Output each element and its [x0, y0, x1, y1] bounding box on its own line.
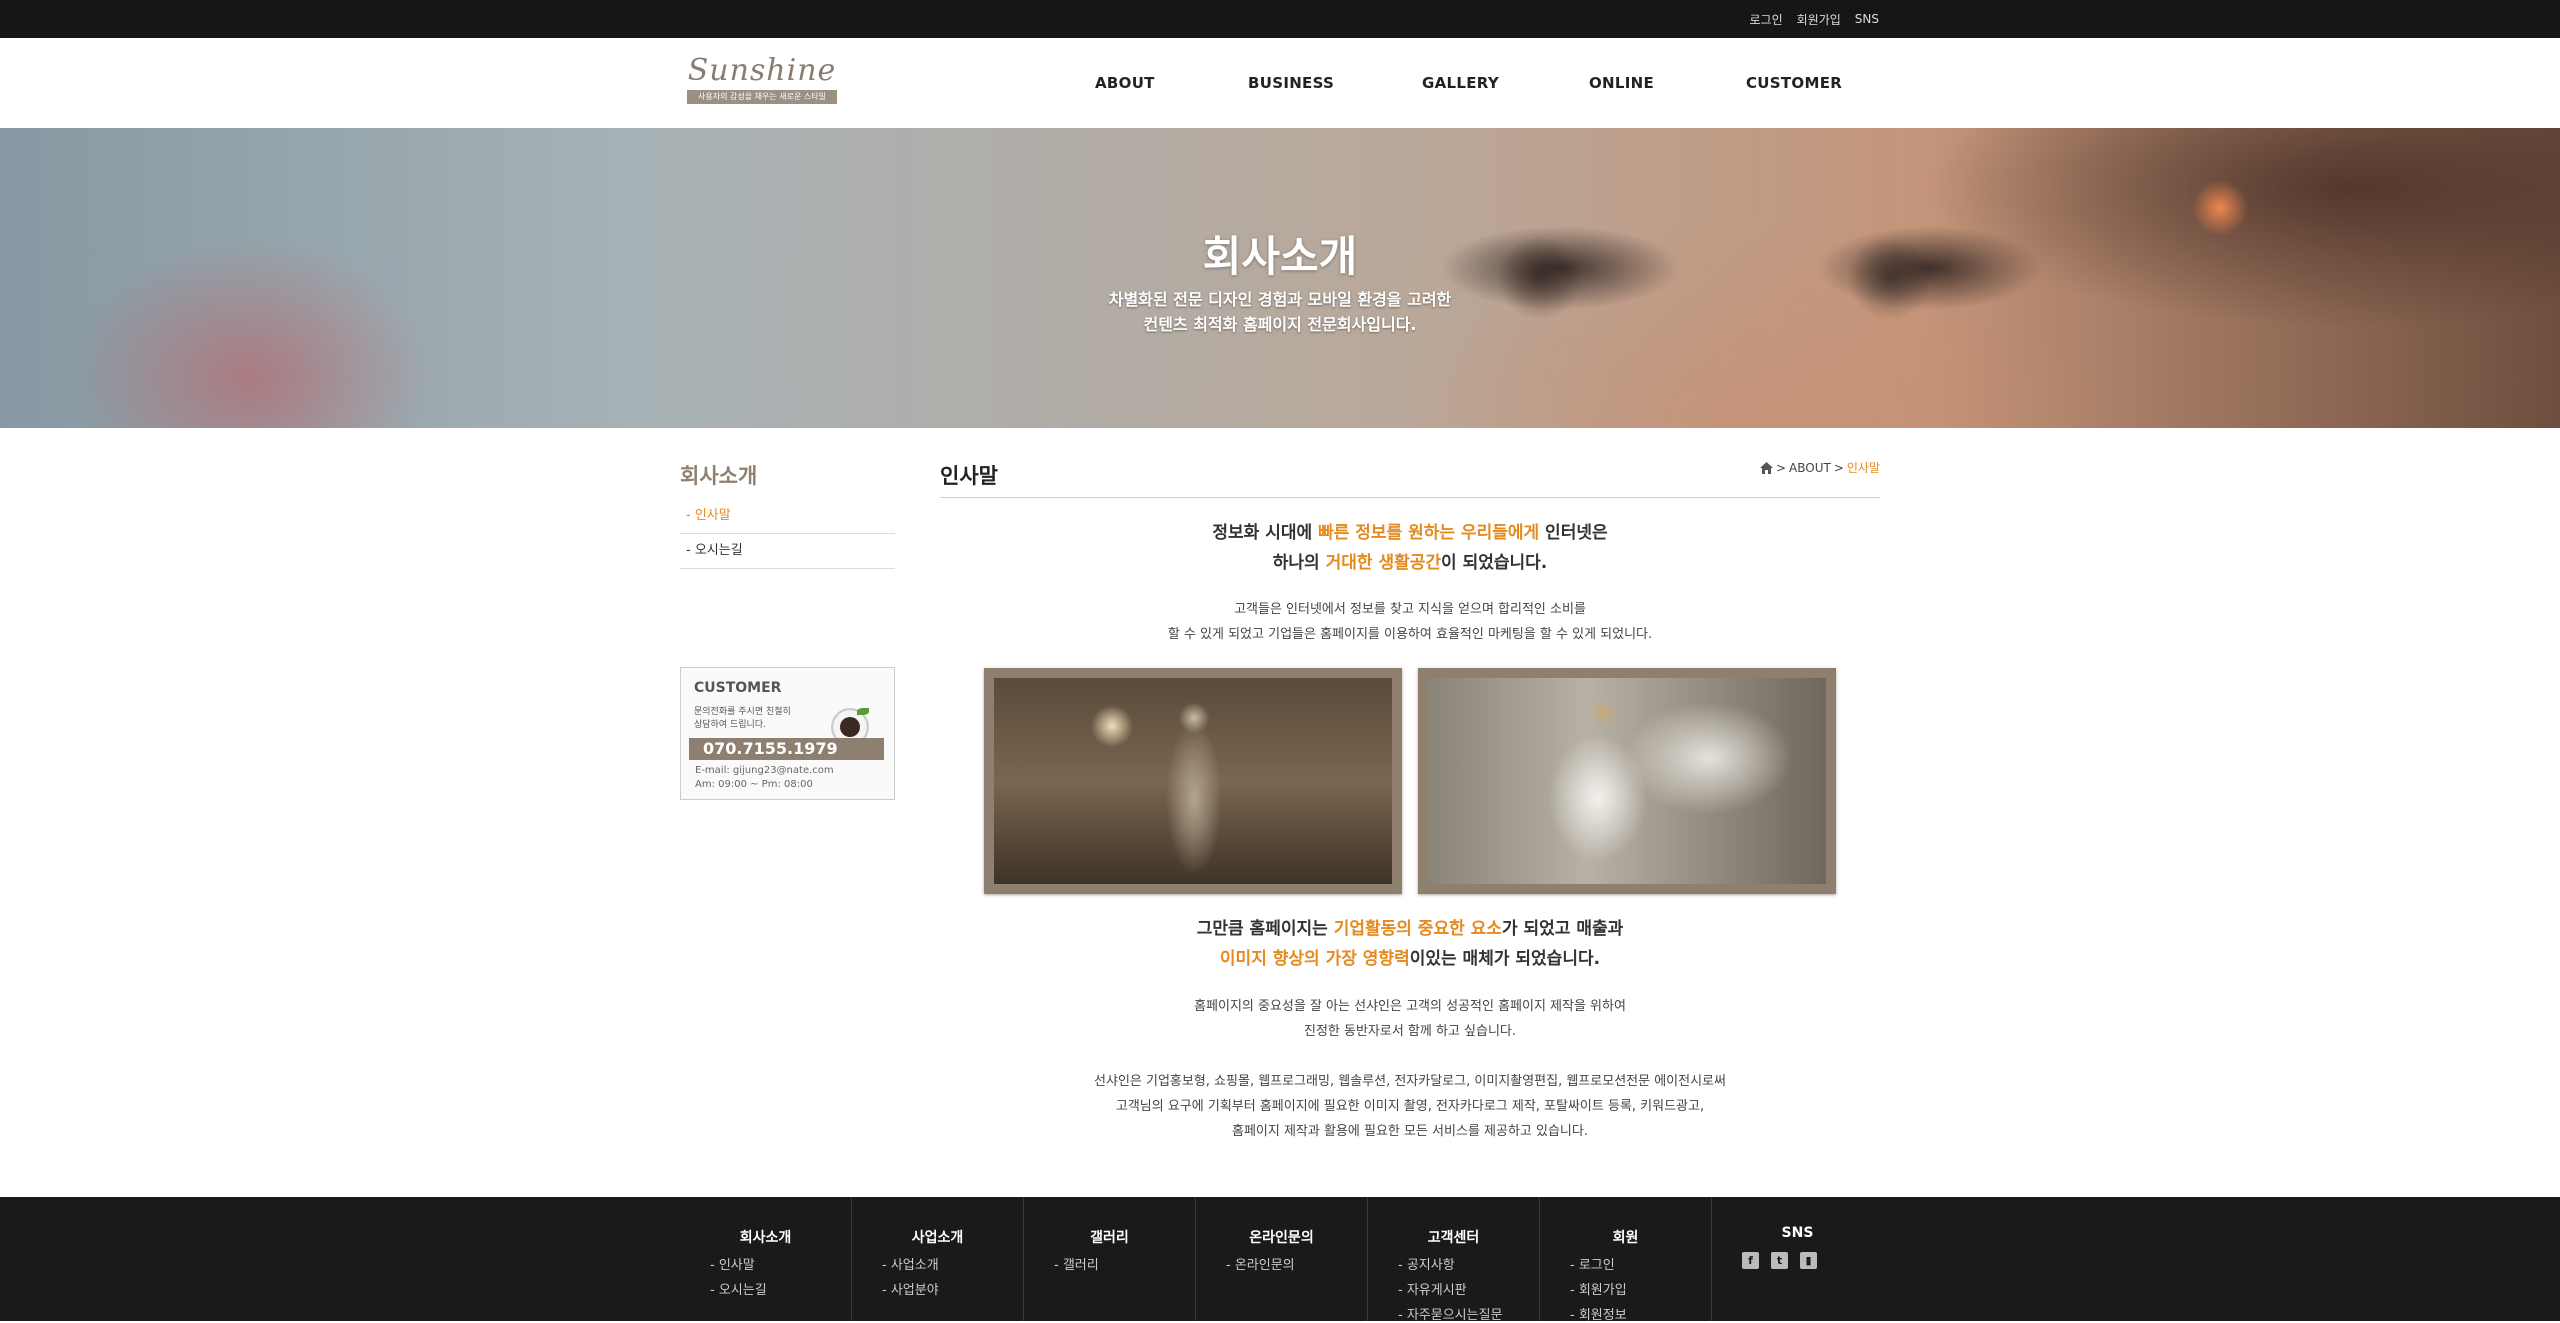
headline-text: 정보화 시대에 — [1212, 523, 1319, 543]
footer-col-member: 회원 - 로그인 - 회원가입 - 회원정보 — [1540, 1197, 1712, 1323]
footer-link[interactable]: - 오시는길 — [710, 1279, 767, 1298]
paragraph-line: 홈페이지의 중요성을 잘 아는 선샤인은 고객의 성공적인 홈페이지 제작을 위… — [1194, 999, 1626, 1014]
headline-2: 그만큼 홈페이지는 기업활동의 중요한 요소가 되었고 매출과 이미지 향상의 … — [940, 914, 1880, 974]
footer-col-title: 회사소개 — [739, 1230, 792, 1246]
photo-fashion-interior — [984, 668, 1402, 894]
top-bar: 로그인 회원가입 SNS — [0, 0, 2560, 38]
sidebar-item-greeting[interactable]: - 인사말 — [680, 499, 895, 534]
headline-text: 하나의 — [1272, 553, 1326, 573]
footer-link[interactable]: - 갤러리 — [1054, 1254, 1099, 1273]
customer-desc-line2: 상담하여 드립니다. — [694, 720, 766, 730]
customer-title: CUSTOMER — [694, 680, 782, 696]
footer-col-title: 온라인문의 — [1249, 1230, 1314, 1246]
paragraph-line: 할 수 있게 되었고 기업들은 홈페이지를 이용하여 효율적인 마케팅을 할 수… — [1167, 627, 1653, 642]
nav-about[interactable]: ABOUT — [1095, 74, 1155, 92]
footer: 회사소개 - 인사말 - 오시는길 사업소개 - 사업소개 - 사업분야 갤러리… — [0, 1197, 2560, 1323]
hero-subtitle: 차별화된 전문 디자인 경험과 모바일 환경을 고려한 컨텐츠 최적화 홈페이지… — [0, 287, 2560, 337]
top-links: 로그인 회원가입 SNS — [1749, 0, 1879, 38]
footer-col-business: 사업소개 - 사업소개 - 사업분야 — [852, 1197, 1024, 1321]
login-link[interactable]: 로그인 — [1749, 11, 1782, 28]
paragraph-line: 진정한 동반자로서 함께 하고 싶습니다. — [1303, 1024, 1517, 1039]
hero-subtitle-line1: 차별화된 전문 디자인 경험과 모바일 환경을 고려한 — [1108, 290, 1452, 309]
footer-col-gallery: 갤러리 - 갤러리 — [1024, 1197, 1196, 1321]
sns-link[interactable]: SNS — [1855, 12, 1879, 26]
headline-highlight: 빠른 정보를 원하는 우리들에게 — [1318, 523, 1540, 543]
footer-col-title: 사업소개 — [911, 1230, 964, 1246]
nav-business[interactable]: BUSINESS — [1248, 74, 1334, 92]
footer-col-support: 고객센터 - 공지사항 - 자유게시판 - 자주묻으시는질문 — [1368, 1197, 1540, 1323]
paragraph-line: 선샤인은 기업홍보형, 쇼핑몰, 웹프로그래밍, 웹솔루션, 전자카달로그, 이… — [1094, 1074, 1726, 1089]
footer-link[interactable]: - 온라인문의 — [1226, 1254, 1295, 1273]
hero-banner: 회사소개 차별화된 전문 디자인 경험과 모바일 환경을 고려한 컨텐츠 최적화… — [0, 128, 2560, 428]
footer-link[interactable]: - 로그인 — [1570, 1254, 1615, 1273]
sns-icons: f t ▮ — [1742, 1252, 1817, 1269]
footer-col-company: 회사소개 - 인사말 - 오시는길 — [680, 1197, 852, 1321]
footer-col-title: SNS — [1781, 1225, 1814, 1241]
breadcrumb-section[interactable]: ABOUT — [1789, 461, 1831, 475]
hero-title: 회사소개 — [1202, 232, 1358, 281]
breadcrumb-current: 인사말 — [1846, 461, 1880, 475]
paragraph-2: 홈페이지의 중요성을 잘 아는 선샤인은 고객의 성공적인 홈페이지 제작을 위… — [940, 994, 1880, 1044]
title-divider — [940, 497, 1880, 498]
footer-link[interactable]: - 자주묻으시는질문 — [1398, 1304, 1503, 1323]
headline-highlight: 기업활동의 중요한 요소 — [1333, 919, 1502, 939]
twitch-icon[interactable]: ▮ — [1800, 1252, 1817, 1269]
leaf-icon — [857, 708, 869, 715]
main-nav: ABOUT BUSINESS GALLERY ONLINE CUSTOMER — [0, 38, 2560, 128]
headline-text: 그만큼 홈페이지는 — [1196, 919, 1334, 939]
footer-col-sns: SNS f t ▮ — [1712, 1197, 1883, 1321]
headline-text: 이있는 매체가 되었습니다. — [1409, 949, 1601, 969]
footer-col-title: 고객센터 — [1427, 1230, 1480, 1246]
breadcrumb: > ABOUT > 인사말 — [1759, 459, 1880, 476]
footer-link[interactable]: - 사업분야 — [882, 1279, 939, 1298]
paragraph-line: 고객님의 요구에 기획부터 홈페이지에 필요한 이미지 촬영, 전자카다로그 제… — [1115, 1099, 1705, 1114]
sidebar-title: 회사소개 — [680, 464, 758, 488]
footer-col-online: 온라인문의 - 온라인문의 — [1196, 1197, 1368, 1321]
customer-hours: Am: 09:00 ~ Pm: 08:00 — [695, 779, 813, 790]
paragraph-line: 홈페이지 제작과 활용에 필요한 모든 서비스를 제공하고 있습니다. — [1232, 1124, 1588, 1139]
customer-desc-line1: 문의전화를 주시면 친절히 — [694, 707, 791, 717]
sidebar-item-directions[interactable]: - 오시는길 — [680, 534, 895, 569]
signup-link[interactable]: 회원가입 — [1797, 11, 1841, 28]
footer-link[interactable]: - 공지사항 — [1398, 1254, 1455, 1273]
footer-col-title: 회원 — [1612, 1230, 1639, 1246]
footer-link[interactable]: - 자유게시판 — [1398, 1279, 1467, 1298]
footer-col-title: 갤러리 — [1090, 1230, 1129, 1246]
footer-link[interactable]: - 사업소개 — [882, 1254, 939, 1273]
customer-phone: 070.7155.1979 — [689, 738, 884, 760]
header: Sunshine 사용자의 감성을 채우는 새로운 스타일 ABOUT BUSI… — [0, 38, 2560, 129]
customer-contact: E-mail: gijung23@nate.com Am: 09:00 ~ Pm… — [695, 764, 834, 792]
hero-subtitle-line2: 컨텐츠 최적화 홈페이지 전문회사입니다. — [1143, 315, 1417, 334]
twitter-icon[interactable]: t — [1771, 1252, 1788, 1269]
customer-email: E-mail: gijung23@nate.com — [695, 765, 834, 776]
facebook-icon[interactable]: f — [1742, 1252, 1759, 1269]
sidebar-menu: - 인사말 - 오시는길 — [680, 499, 895, 569]
headline-highlight: 이미지 향상의 가장 영향력 — [1219, 949, 1410, 969]
customer-banner[interactable]: CUSTOMER 문의전화를 주시면 친절히 상담하여 드립니다. 070.71… — [680, 667, 895, 800]
photo-white-dress — [1418, 668, 1836, 894]
nav-customer[interactable]: CUSTOMER — [1746, 74, 1842, 92]
home-icon[interactable] — [1759, 461, 1773, 474]
footer-link[interactable]: - 회원가입 — [1570, 1279, 1627, 1298]
paragraph-1: 고객들은 인터넷에서 정보를 찾고 지식을 얻으며 합리적인 소비를 할 수 있… — [940, 597, 1880, 647]
nav-gallery[interactable]: GALLERY — [1422, 74, 1499, 92]
page-title: 인사말 — [940, 464, 998, 488]
breadcrumb-sep: > — [1775, 460, 1787, 475]
headline-text: 이 되었습니다. — [1441, 553, 1548, 573]
paragraph-3: 선샤인은 기업홍보형, 쇼핑몰, 웹프로그래밍, 웹솔루션, 전자카달로그, 이… — [940, 1069, 1880, 1144]
nav-online[interactable]: ONLINE — [1589, 74, 1654, 92]
headline-1: 정보화 시대에 빠른 정보를 원하는 우리들에게 인터넷은 하나의 거대한 생활… — [940, 518, 1880, 578]
footer-link[interactable]: - 회원정보 — [1570, 1304, 1627, 1323]
breadcrumb-sep: > — [1833, 460, 1844, 475]
headline-text: 인터넷은 — [1539, 523, 1608, 543]
customer-desc: 문의전화를 주시면 친절히 상담하여 드립니다. — [694, 706, 791, 732]
headline-text: 가 되었고 매출과 — [1501, 919, 1624, 939]
headline-highlight: 거대한 생활공간 — [1325, 553, 1442, 573]
footer-link[interactable]: - 인사말 — [710, 1254, 755, 1273]
paragraph-line: 고객들은 인터넷에서 정보를 찾고 지식을 얻으며 합리적인 소비를 — [1234, 602, 1586, 617]
